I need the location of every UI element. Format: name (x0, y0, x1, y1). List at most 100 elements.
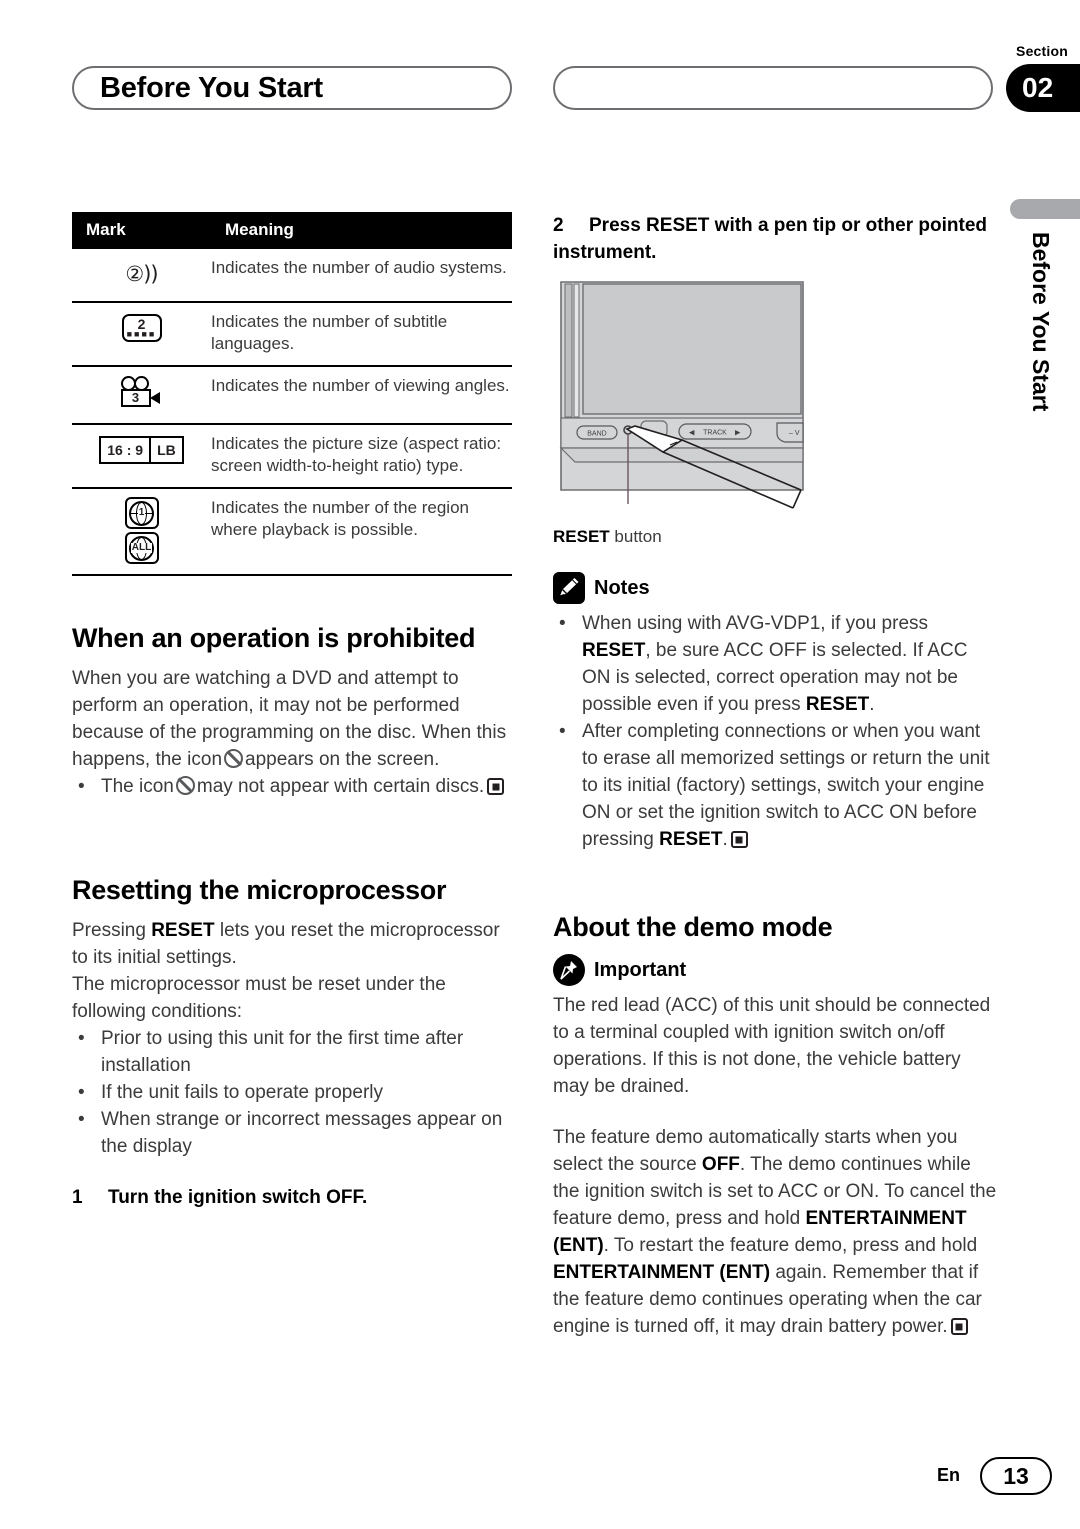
step-2: 2 Press RESET with a pen tip or other poi… (553, 212, 1001, 266)
table-body: ②)) Indicates the number of audio system… (72, 249, 512, 576)
running-head-title: Before You Start (100, 72, 323, 104)
note-segment-bold: RESET (659, 829, 723, 850)
reset-keyword: RESET (151, 920, 215, 941)
meaning-cell: Indicates the picture size (aspect ratio… (211, 424, 512, 489)
column-header-mark: Mark (72, 212, 211, 249)
audio-systems-glyph: ②)) (125, 261, 158, 286)
paragraph-reset-intro: Pressing RESET lets you reset the microp… (72, 917, 512, 971)
meaning-cell: Indicates the number of audio systems. (211, 249, 512, 303)
column-header-meaning: Meaning (211, 212, 512, 249)
bullet-text-pre: The icon (101, 776, 174, 797)
pushpin-icon-svg (560, 961, 577, 980)
mark-cell: ②)) (72, 249, 211, 303)
device-bezel-strip-2 (573, 283, 580, 418)
pencil-icon (553, 572, 585, 604)
volume-label: – V (789, 430, 800, 437)
track-next-icon: ▶ (735, 429, 741, 437)
track-label: TRACK (703, 430, 727, 437)
table-row: 2 ■■■■ Indicates the number of subtitle … (72, 302, 512, 367)
list-item: When strange or incorrect messages appea… (72, 1106, 512, 1160)
prohibit-icon (175, 776, 195, 795)
table-header-row: Mark Meaning (72, 212, 512, 249)
table-row: 1 ALL Indicates the number of the region… (72, 488, 512, 576)
camera-lens (149, 392, 160, 404)
footer-language: En (936, 1465, 960, 1485)
region-number-icon: 1 ALL (72, 497, 211, 564)
paragraph-important-text: The red lead (ACC) of this unit should b… (553, 995, 991, 1097)
region-globe-1: 1 (124, 497, 159, 529)
left-column: Mark Meaning ②)) Indicates the number of… (72, 212, 512, 1211)
note-segment: . (869, 694, 875, 715)
region-all-label: ALL (130, 542, 153, 553)
demo-segment-bold: OFF (701, 1154, 740, 1175)
end-of-section-marker (950, 1318, 968, 1335)
region-1-label: 1 (137, 507, 146, 518)
side-tab-label: Before You Start (1028, 232, 1054, 412)
demo-segment: . To restart the feature demo, press and… (603, 1235, 978, 1256)
figure-caption: RESET button (553, 526, 1001, 548)
aspect-ratio-icon: 16 : 9 LB (99, 433, 184, 467)
page-footer: En 13 (0, 1457, 1080, 1497)
note-segment-bold: RESET (582, 640, 646, 661)
step-1: 1 Turn the ignition switch OFF. (72, 1184, 512, 1211)
subtitle-languages-icon: 2 ■■■■ (121, 311, 162, 345)
section-label: Section (1016, 43, 1068, 59)
list-item: When using with AVG-VDP1, if you press R… (553, 610, 1001, 718)
notes-list: When using with AVG-VDP1, if you press R… (553, 610, 1001, 853)
step-1-text: Turn the ignition switch OFF. (108, 1187, 368, 1208)
region-globe-all-shape: ALL (129, 535, 154, 561)
band-button-label: BAND (587, 431, 606, 438)
mark-cell: 16 : 9 LB (72, 424, 211, 489)
note-segment-bold: RESET (805, 694, 870, 715)
table-row: 3 Indicates the number of viewing angles… (72, 366, 512, 425)
step-1-number: 1 (72, 1187, 83, 1208)
paragraph-demo-mode: The feature demo automatically starts wh… (553, 1124, 1001, 1340)
notes-callout-header: Notes (553, 572, 1001, 604)
reset-button-illustration: BAND ◀ TRACK ▶ – V (553, 276, 1001, 526)
page-header: Before You Start Section 02 (0, 0, 1080, 175)
audio-systems-icon: ②)) (125, 257, 158, 291)
region-globe-all: ALL (124, 532, 159, 564)
region-globe-1-shape: 1 (129, 500, 154, 526)
demo-segment-bold: ENTERTAINMENT (ENT) (553, 1262, 771, 1283)
important-callout-header: Important (553, 954, 1001, 986)
bullet-list-prohibited: The icon may not appear with certain disc… (72, 773, 512, 800)
camera-shape: 3 (119, 376, 165, 408)
mark-cell: 3 (72, 366, 211, 425)
list-item: After completing connections or when you… (553, 718, 1001, 853)
viewing-angles-icon: 3 (119, 375, 165, 409)
right-column: 2 Press RESET with a pen tip or other poi… (553, 212, 1001, 1340)
mark-cell: 2 ■■■■ (72, 302, 211, 367)
heading-about-demo-mode: About the demo mode (553, 912, 833, 942)
mark-meaning-table: Mark Meaning ②)) Indicates the number of… (72, 212, 512, 576)
step-2-text: Press RESET with a pen tip or other poin… (553, 215, 987, 263)
note-segment: When using with AVG-VDP1, if you press (582, 613, 929, 634)
track-prev-icon: ◀ (689, 429, 695, 437)
end-of-section-marker (487, 778, 505, 795)
paragraph-text-part2: appears on the screen. (245, 749, 440, 770)
table-row: ②)) Indicates the number of audio system… (72, 249, 512, 303)
side-tab-bar (1010, 199, 1080, 219)
note-segment: After completing connections or when you… (582, 721, 990, 850)
notes-label: Notes (594, 576, 650, 599)
list-item: Prior to using this unit for the first t… (72, 1025, 512, 1079)
table-header: Mark Meaning (72, 212, 512, 249)
pen-end (792, 489, 802, 509)
list-item: If the unit fails to operate properly (72, 1079, 512, 1106)
device-illustration-svg: BAND ◀ TRACK ▶ – V (559, 281, 804, 509)
figure-caption-rest: button (614, 527, 662, 546)
device-screen (582, 283, 802, 415)
bullet-text-post: may not appear with certain discs. (196, 776, 485, 797)
meaning-cell: Indicates the number of the region where… (211, 488, 512, 576)
paragraph-operation-prohibited: When you are watching a DVD and attempt … (72, 665, 512, 773)
pencil-icon-svg (559, 578, 579, 597)
aspect-ratio-value: 16 : 9 (107, 442, 144, 458)
list-item: The icon may not appear with certain disc… (72, 773, 512, 800)
section-number-badge: 02 (1006, 64, 1080, 112)
meaning-cell: Indicates the number of subtitle languag… (211, 302, 512, 367)
